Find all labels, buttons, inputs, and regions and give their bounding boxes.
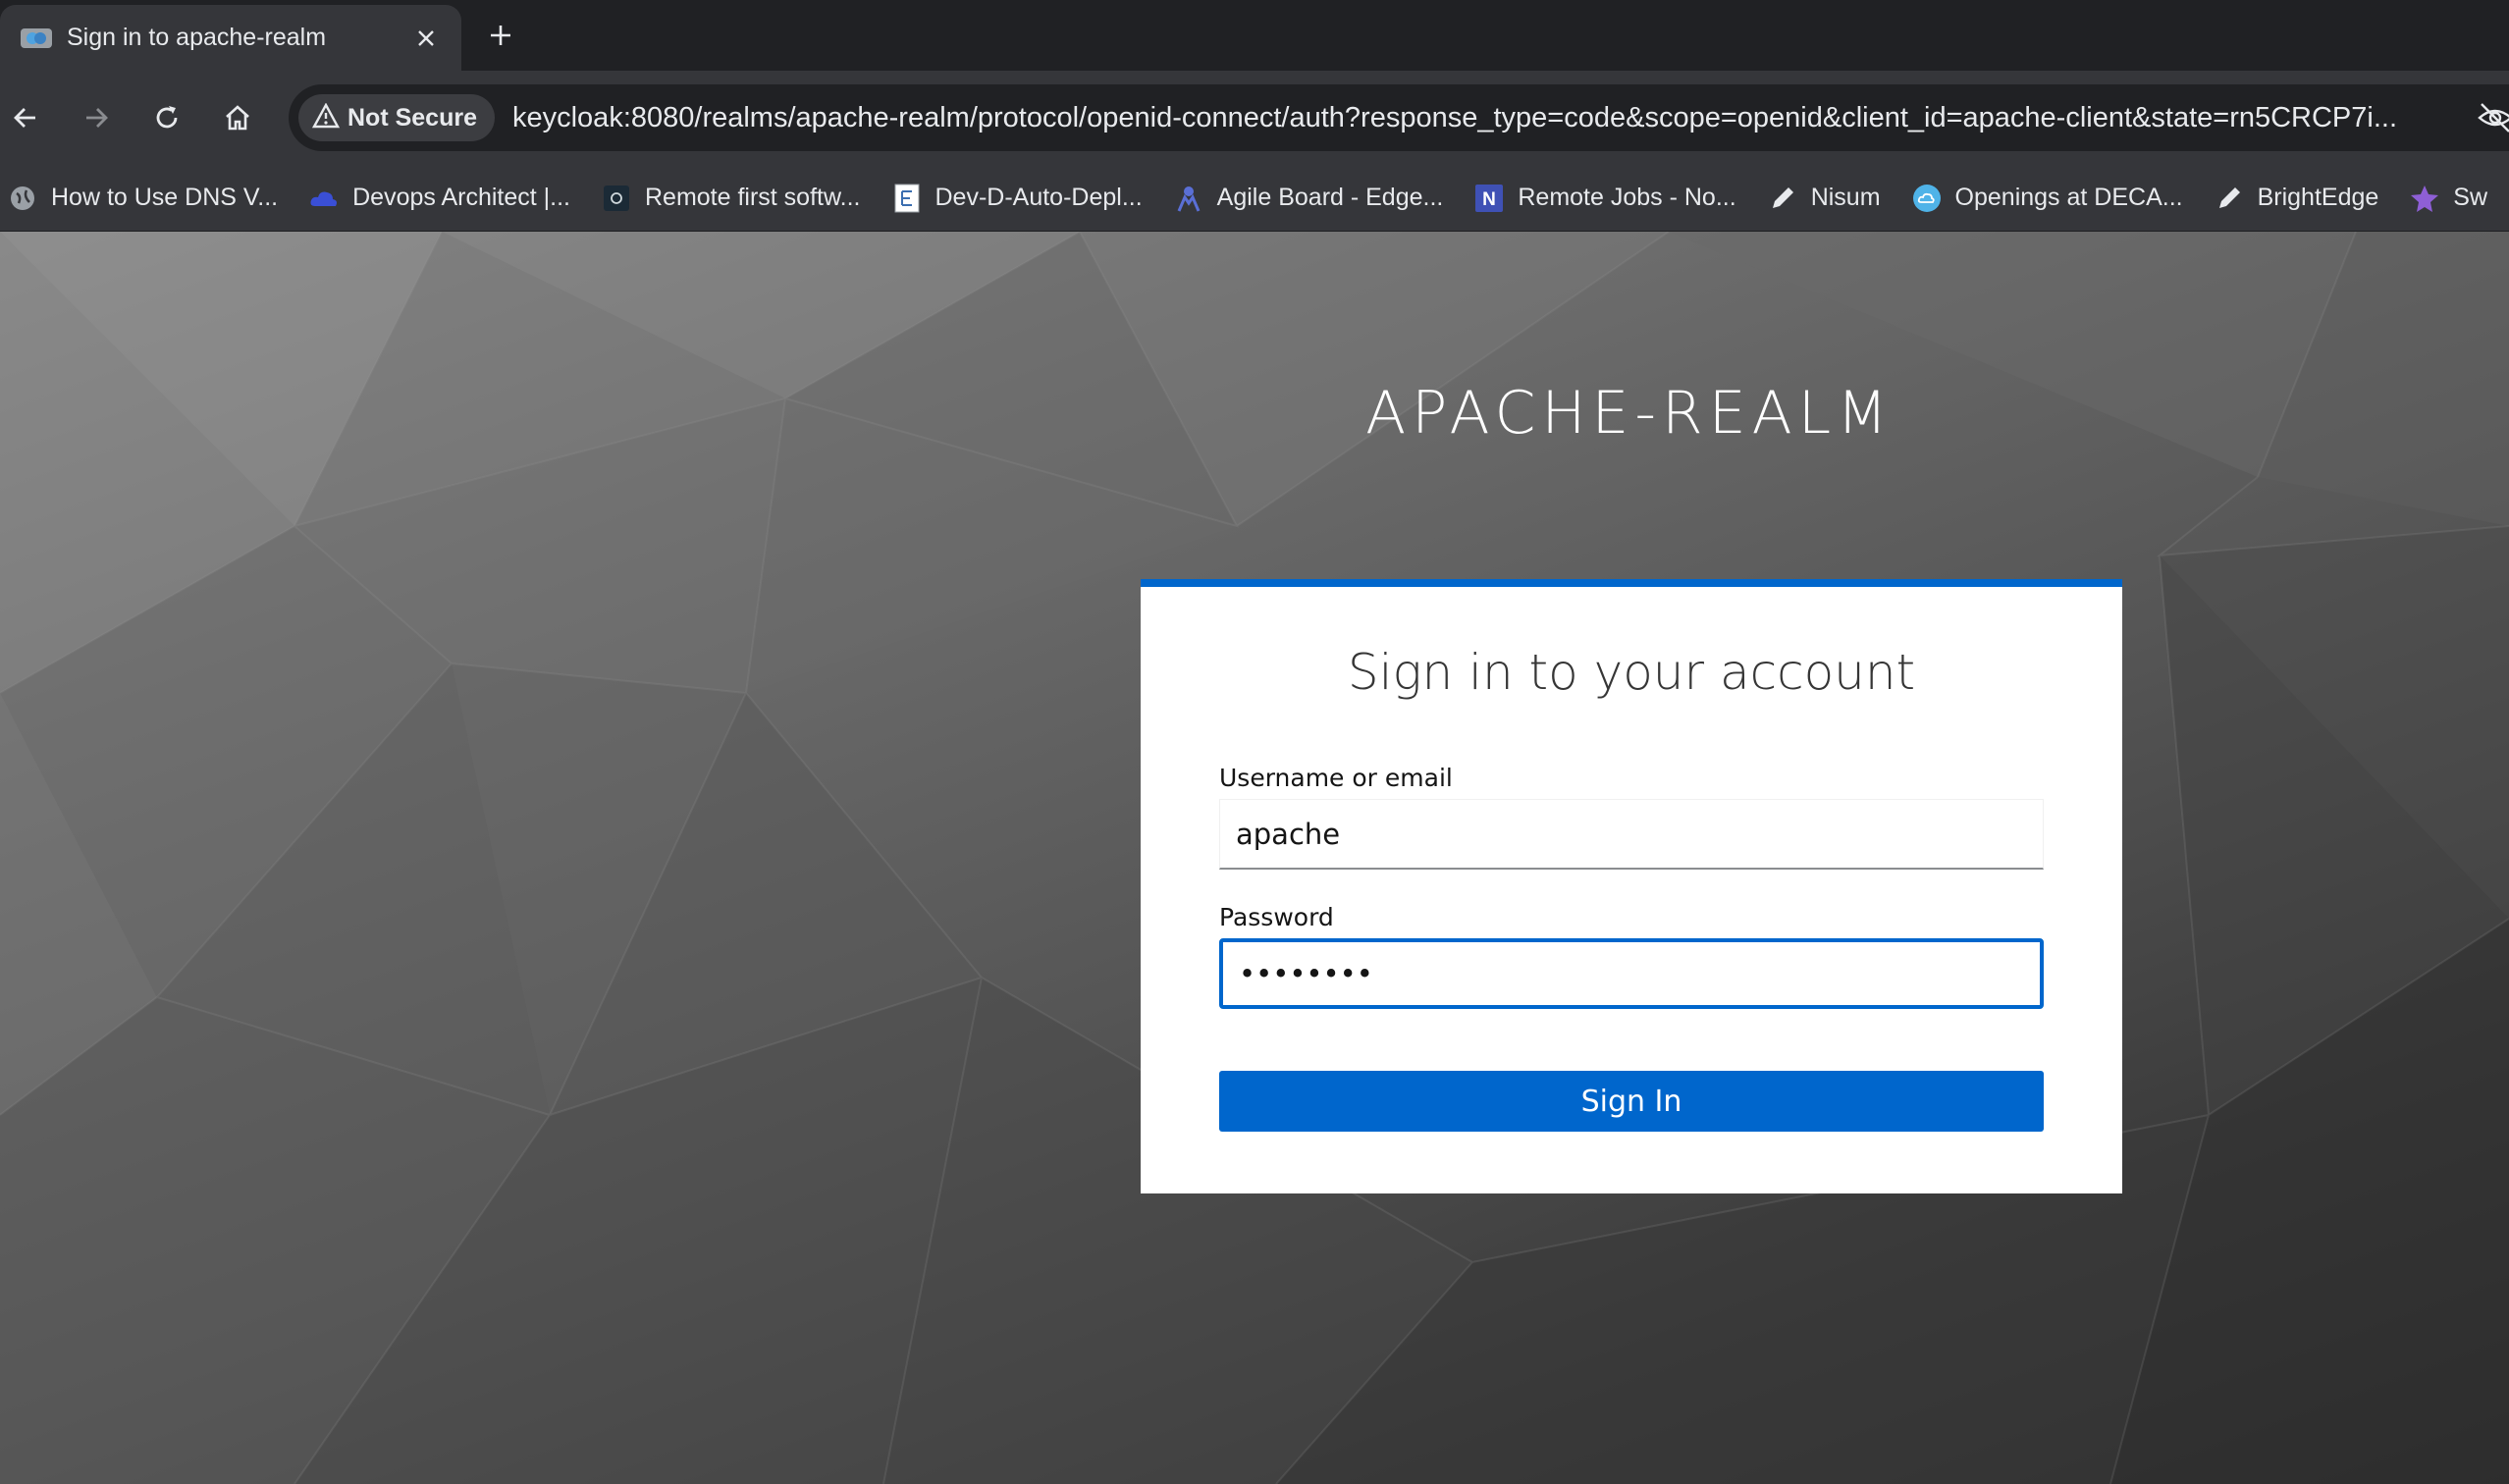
username-label: Username or email <box>1219 764 1453 792</box>
bookmark-item[interactable]: Devops Architect |... <box>309 184 570 213</box>
address-bar[interactable]: Not Secure keycloak:8080/realms/apache-r… <box>289 84 2509 151</box>
keycloak-favicon-icon <box>20 26 53 50</box>
login-page: APACHE-REALM Sign in to your account Use… <box>0 232 2509 1484</box>
home-icon[interactable] <box>214 94 261 141</box>
site-security-chip[interactable]: Not Secure <box>298 94 495 141</box>
eye-slash-icon[interactable] <box>2476 100 2509 135</box>
cloud-circle-icon <box>1912 184 1942 213</box>
bookmark-item[interactable]: N Remote Jobs - No... <box>1474 184 1736 213</box>
jira-icon <box>1174 184 1203 213</box>
dark-square-icon <box>602 184 631 213</box>
bookmark-item[interactable]: Nisum <box>1768 184 1881 213</box>
realm-title: APACHE-REALM <box>1365 379 1894 448</box>
svg-text:N: N <box>1483 189 1497 210</box>
browser-toolbar: Not Secure keycloak:8080/realms/apache-r… <box>0 71 2509 165</box>
username-input[interactable] <box>1219 799 2044 870</box>
password-label: Password <box>1219 903 1334 931</box>
sign-in-button[interactable]: Sign In <box>1219 1071 2044 1132</box>
login-heading: Sign in to your account <box>1347 644 1916 701</box>
cloud-icon <box>309 184 339 213</box>
tab-title: Sign in to apache-realm <box>67 24 327 51</box>
back-arrow-icon[interactable] <box>2 94 49 141</box>
star-icon <box>2410 184 2439 213</box>
bookmark-item[interactable]: BrightEdge <box>2215 184 2378 213</box>
warning-triangle-icon <box>311 101 341 133</box>
bookmark-item[interactable]: Agile Board - Edge... <box>1174 184 1443 213</box>
not-secure-label: Not Secure <box>347 103 477 132</box>
bookmark-item[interactable]: Sw <box>2410 184 2487 213</box>
globe-icon <box>8 184 37 213</box>
bookmark-item[interactable]: How to Use DNS V... <box>8 184 278 213</box>
browser-tab[interactable]: Sign in to apache-realm <box>0 5 461 71</box>
forward-arrow-icon[interactable] <box>73 94 120 141</box>
bookmark-item[interactable]: Openings at DECA... <box>1912 184 2183 213</box>
password-input[interactable] <box>1219 938 2044 1009</box>
pen-icon <box>2215 184 2244 213</box>
bookmark-item[interactable]: Remote first softw... <box>602 184 861 213</box>
reload-icon[interactable] <box>143 94 190 141</box>
close-tab-icon[interactable] <box>410 23 442 54</box>
document-icon <box>892 184 922 213</box>
bookmarks-bar: How to Use DNS V... Devops Architect |..… <box>0 165 2509 232</box>
url-text[interactable]: keycloak:8080/realms/apache-realm/protoc… <box>512 102 2466 134</box>
new-tab-plus-icon[interactable] <box>483 18 518 53</box>
pen-icon <box>1768 184 1797 213</box>
login-card: Sign in to your account Username or emai… <box>1141 579 2122 1193</box>
n-letter-icon: N <box>1474 184 1504 213</box>
tab-strip: Sign in to apache-realm <box>0 0 2509 71</box>
bookmark-item[interactable]: Dev-D-Auto-Depl... <box>892 184 1143 213</box>
